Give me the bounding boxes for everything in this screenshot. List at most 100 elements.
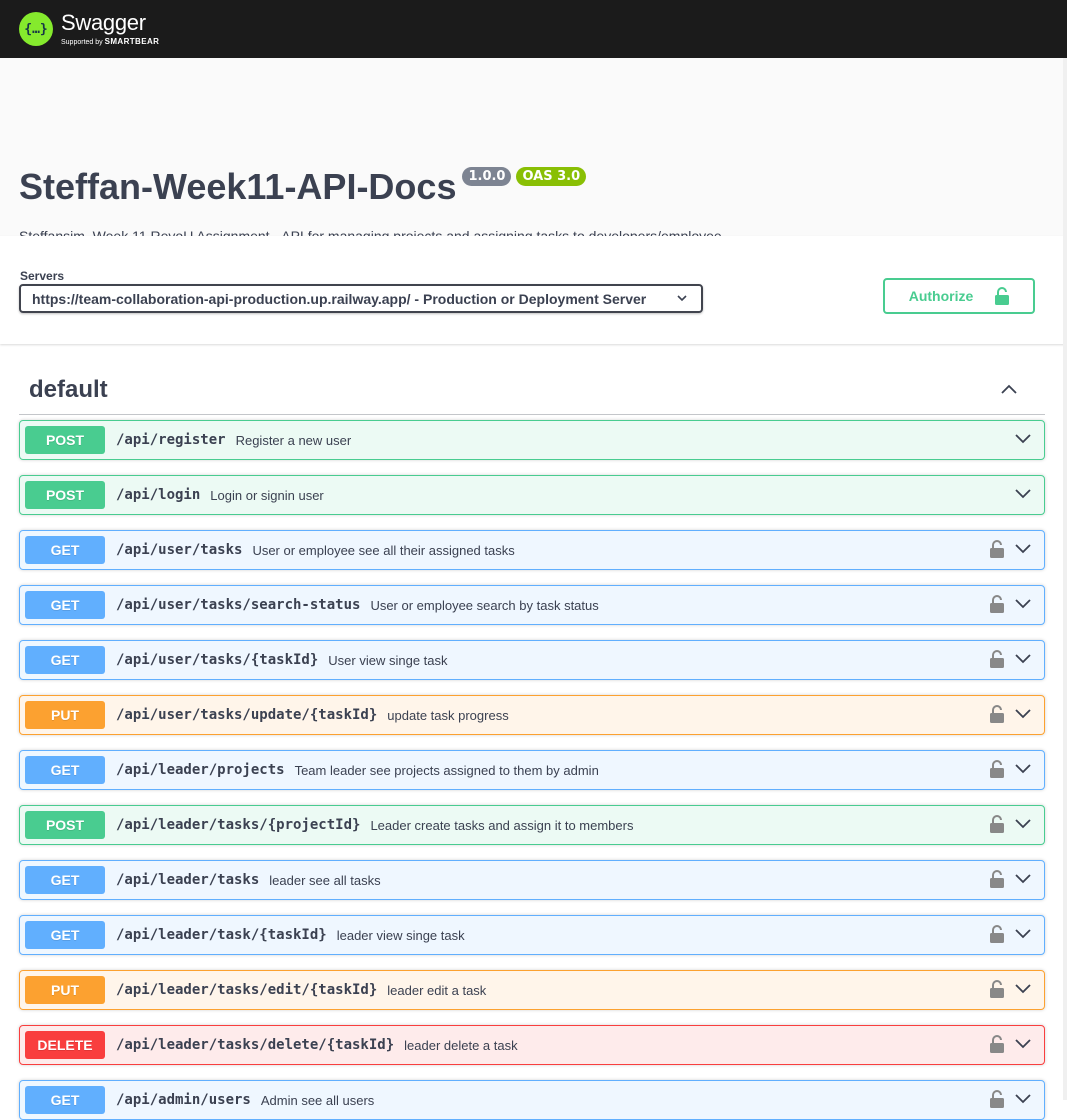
chevron-down-icon[interactable] (1014, 542, 1032, 556)
lock-icon[interactable] (990, 705, 1004, 723)
method-badge: GET (25, 646, 105, 674)
lock-icon[interactable] (990, 980, 1004, 998)
title-row: Steffan-Week11-API-Docs 1.0.0 OAS 3.0 (19, 166, 587, 208)
operation-row[interactable]: GET/api/admin/users Admin see all users (19, 1080, 1045, 1120)
swagger-logo-icon: {…} (19, 12, 53, 46)
chevron-down-icon[interactable] (1014, 762, 1032, 776)
chevron-down-icon[interactable] (1014, 1037, 1032, 1051)
chevron-down-icon[interactable] (1014, 817, 1032, 831)
operation-path: /api/user/tasks/{taskId} (116, 652, 319, 668)
operation-row[interactable]: GET/api/user/tasks/search-status User or … (19, 585, 1045, 625)
method-badge: POST (25, 426, 105, 454)
chevron-down-icon[interactable] (1014, 652, 1032, 666)
operation-path: /api/user/tasks/search-status (116, 597, 361, 613)
operation-row[interactable]: POST/api/login Login or signin user (19, 475, 1045, 515)
lock-icon[interactable] (990, 650, 1004, 668)
operation-path: /api/user/tasks/update/{taskId} (116, 707, 378, 723)
method-badge: GET (25, 1086, 105, 1114)
servers-selected-value: https://team-collaboration-api-productio… (32, 290, 647, 307)
method-badge: DELETE (25, 1031, 105, 1059)
operation-summary: leader see all tasks (269, 872, 381, 888)
operation-path: /api/leader/tasks (116, 872, 260, 888)
method-badge: POST (25, 481, 105, 509)
lock-icon[interactable] (990, 870, 1004, 888)
operation-summary: User view singe task (328, 652, 448, 668)
lock-icon[interactable] (990, 540, 1004, 558)
chevron-up-icon[interactable] (999, 380, 1019, 400)
operation-summary: Register a new user (235, 432, 352, 448)
lock-icon[interactable] (990, 815, 1004, 833)
operation-path: /api/leader/projects (116, 762, 285, 778)
operation-row[interactable]: POST/api/register Register a new user (19, 420, 1045, 460)
topbar: {…} Swagger Supported by SMARTBEAR (0, 0, 1067, 58)
oas-badge: OAS 3.0 (516, 167, 587, 186)
operation-path: /api/leader/tasks/delete/{taskId} (116, 1037, 395, 1053)
method-badge: GET (25, 591, 105, 619)
scrollbar-track[interactable] (1063, 58, 1067, 1100)
authorize-label: Authorize (908, 288, 974, 304)
method-badge: GET (25, 921, 105, 949)
operation-row[interactable]: PUT/api/leader/tasks/edit/{taskId} leader… (19, 970, 1045, 1010)
version-badge: 1.0.0 (462, 167, 512, 186)
operation-row[interactable]: PUT/api/user/tasks/update/{taskId} update… (19, 695, 1045, 735)
operation-row[interactable]: GET/api/user/tasks User or employee see a… (19, 530, 1045, 570)
operation-path: /api/register (116, 432, 226, 448)
operation-row[interactable]: POST/api/leader/tasks/{projectId} Leader … (19, 805, 1045, 845)
section-title: default (29, 375, 108, 403)
scheme-container: Servers https://team-collaboration-api-p… (0, 236, 1067, 344)
method-badge: GET (25, 536, 105, 564)
operation-path: /api/leader/tasks/{projectId} (116, 817, 361, 833)
section-header[interactable]: default (19, 365, 1045, 415)
chevron-down-icon[interactable] (1014, 432, 1032, 446)
lock-icon[interactable] (990, 1090, 1004, 1108)
operation-summary: leader view singe task (336, 927, 465, 943)
operation-summary: Team leader see projects assigned to the… (294, 762, 599, 778)
servers-select[interactable]: https://team-collaboration-api-productio… (19, 284, 703, 313)
method-badge: POST (25, 811, 105, 839)
method-badge: GET (25, 866, 105, 894)
operation-summary: Login or signin user (210, 487, 324, 503)
lock-icon[interactable] (990, 1035, 1004, 1053)
lock-icon[interactable] (990, 595, 1004, 613)
operation-row[interactable]: GET/api/leader/tasks leader see all tasks (19, 860, 1045, 900)
operation-row[interactable]: GET/api/leader/task/{taskId} leader view … (19, 915, 1045, 955)
chevron-down-icon[interactable] (1014, 597, 1032, 611)
operation-path: /api/login (116, 487, 201, 503)
operation-summary: update task progress (387, 707, 509, 723)
chevron-down-icon[interactable] (1014, 1092, 1032, 1106)
operation-path: /api/leader/task/{taskId} (116, 927, 327, 943)
info-section: Steffan-Week11-API-Docs 1.0.0 OAS 3.0 St… (0, 58, 1067, 244)
chevron-down-icon[interactable] (1014, 927, 1032, 941)
operation-path: /api/admin/users (116, 1092, 251, 1108)
authorize-button[interactable]: Authorize (883, 278, 1035, 314)
default-section: default (19, 365, 1045, 415)
operation-row[interactable]: GET/api/leader/projects Team leader see p… (19, 750, 1045, 790)
operation-summary: Leader create tasks and assign it to mem… (370, 817, 634, 833)
logo-name: Swagger (61, 9, 146, 35)
chevron-down-icon (677, 295, 687, 302)
logo-sub: Supported by SMARTBEAR (61, 37, 159, 47)
logo-sub-prefix: Supported by (61, 38, 103, 46)
chevron-down-icon[interactable] (1014, 707, 1032, 721)
operation-summary: User or employee search by task status (370, 597, 599, 613)
method-badge: PUT (25, 701, 105, 729)
chevron-down-icon[interactable] (1014, 487, 1032, 501)
operation-row[interactable]: DELETE/api/leader/tasks/delete/{taskId} l… (19, 1025, 1045, 1065)
logo-text: Swagger Supported by SMARTBEAR (61, 9, 159, 47)
operation-summary: leader edit a task (387, 982, 487, 998)
method-badge: PUT (25, 976, 105, 1004)
method-badge: GET (25, 756, 105, 784)
operation-summary: leader delete a task (404, 1037, 518, 1053)
chevron-down-icon[interactable] (1014, 982, 1032, 996)
lock-icon[interactable] (990, 925, 1004, 943)
swagger-logo[interactable]: {…} Swagger Supported by SMARTBEAR (19, 9, 159, 47)
operation-path: /api/user/tasks (116, 542, 243, 558)
chevron-down-icon[interactable] (1014, 872, 1032, 886)
operation-summary: Admin see all users (260, 1092, 375, 1108)
operation-row[interactable]: GET/api/user/tasks/{taskId} User view sin… (19, 640, 1045, 680)
operation-summary: User or employee see all their assigned … (252, 542, 515, 558)
lock-icon[interactable] (990, 760, 1004, 778)
logo-sub-brand: SMARTBEAR (104, 36, 160, 46)
page-title: Steffan-Week11-API-Docs (19, 166, 457, 207)
unlock-icon (995, 287, 1010, 305)
